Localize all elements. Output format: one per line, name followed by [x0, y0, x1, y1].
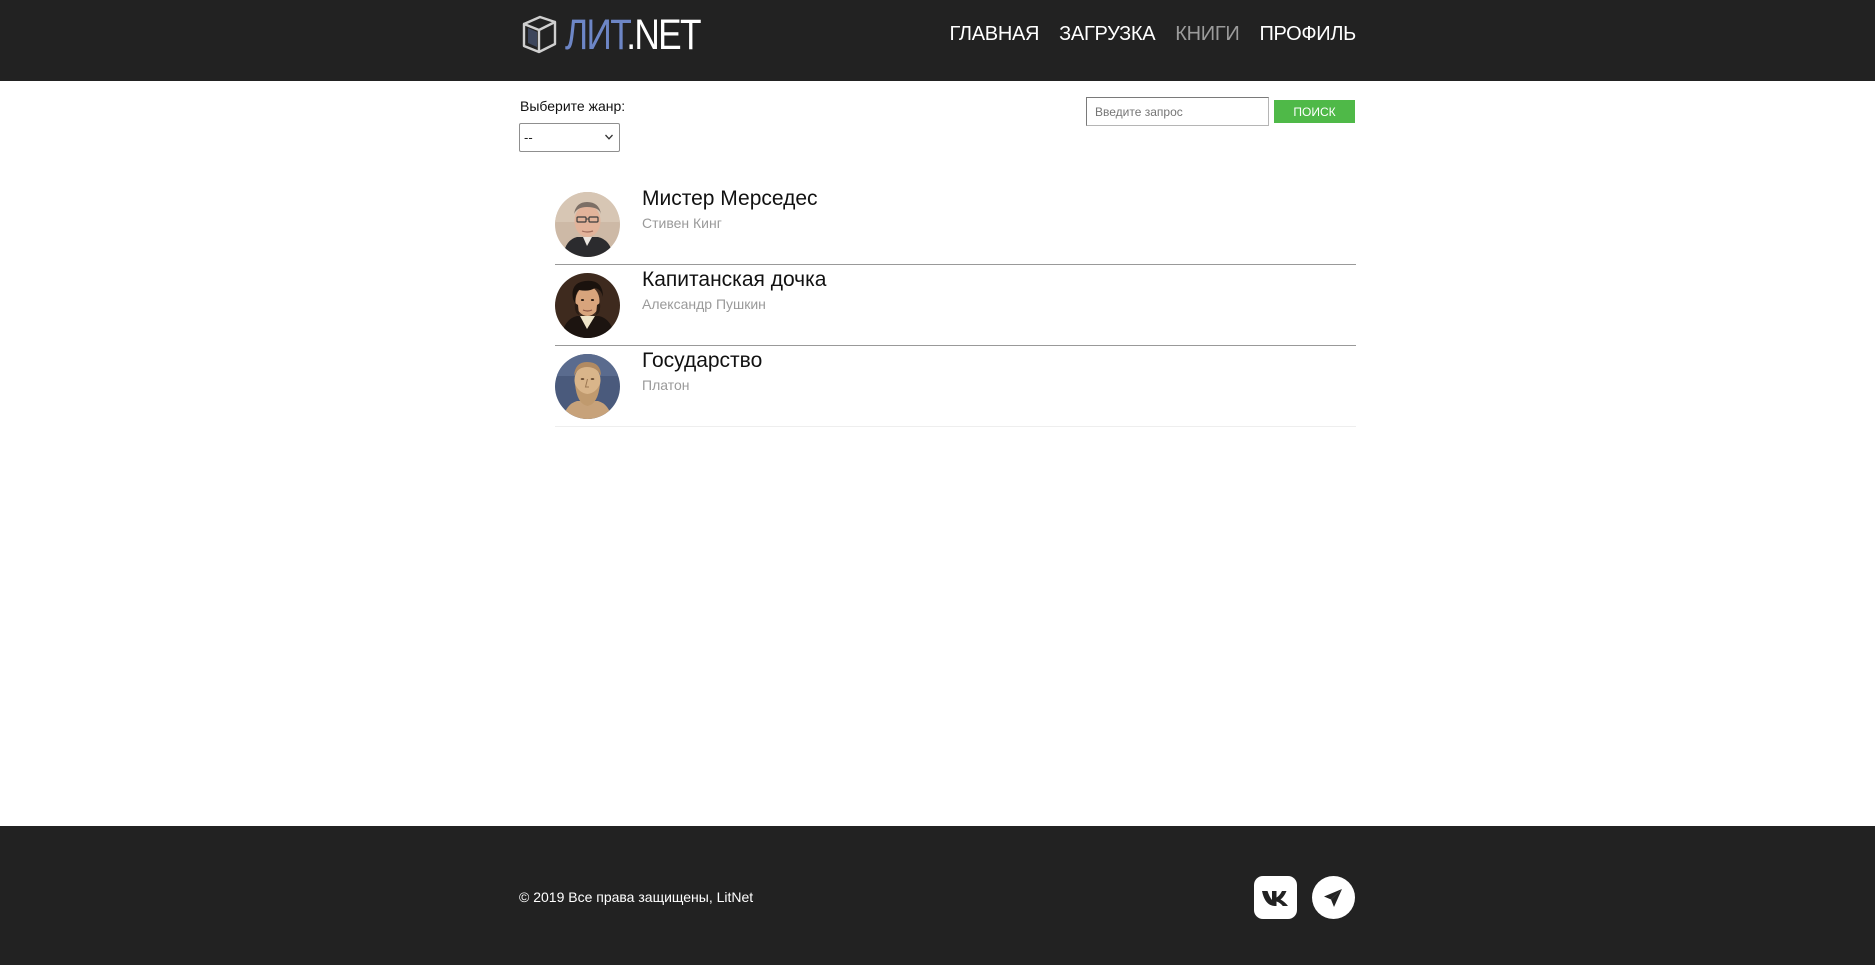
author-avatar — [555, 273, 620, 338]
telegram-icon — [1312, 876, 1355, 919]
author-avatar — [555, 354, 620, 419]
chevron-down-icon — [605, 134, 613, 140]
footer-container: © 2019 Все права защищены, LitNet — [519, 826, 1356, 965]
logo-text: ЛИТ.NET — [565, 11, 702, 59]
book-list: Мистер Мерседес Стивен Кинг Капитанская … — [555, 184, 1356, 427]
book-list-item[interactable]: Государство Платон — [555, 346, 1356, 427]
open-book-icon — [522, 15, 557, 54]
nav-link-upload[interactable]: ЗАГРУЗКА — [1059, 23, 1155, 46]
logo-text-domain: .NET — [626, 11, 701, 59]
book-title: Капитанская дочка — [642, 268, 827, 291]
search-input[interactable] — [1086, 97, 1269, 126]
book-author: Стивен Кинг — [642, 215, 722, 231]
book-author: Платон — [642, 377, 690, 393]
logo-text-accent: ЛИТ — [565, 11, 628, 59]
site-footer: © 2019 Все права защищены, LitNet — [0, 826, 1875, 965]
book-author: Александр Пушкин — [642, 296, 766, 312]
book-title: Государство — [642, 349, 763, 372]
search-button[interactable]: ПОИСК — [1274, 100, 1355, 123]
vk-link[interactable] — [1254, 876, 1297, 919]
header-container: ЛИТ.NET ГЛАВНАЯ ЗАГРУЗКА КНИГИ ПРОФИЛЬ — [519, 0, 1356, 81]
genre-label: Выберите жанр: — [520, 98, 626, 114]
author-avatar — [555, 192, 620, 257]
nav-link-home[interactable]: ГЛАВНАЯ — [950, 23, 1040, 46]
stephen-king-portrait — [555, 192, 620, 257]
site-logo[interactable]: ЛИТ.NET — [521, 11, 730, 59]
main-nav: ГЛАВНАЯ ЗАГРУЗКА КНИГИ ПРОФИЛЬ — [950, 0, 1357, 68]
book-list-item[interactable]: Капитанская дочка Александр Пушкин — [555, 265, 1356, 346]
vk-icon — [1254, 876, 1297, 919]
site-header: ЛИТ.NET ГЛАВНАЯ ЗАГРУЗКА КНИГИ ПРОФИЛЬ — [0, 0, 1875, 81]
telegram-link[interactable] — [1312, 876, 1355, 919]
copyright-text: © 2019 Все права защищены, LitNet — [519, 889, 754, 905]
nav-link-books[interactable]: КНИГИ — [1175, 23, 1239, 46]
book-list-item[interactable]: Мистер Мерседес Стивен Кинг — [555, 184, 1356, 265]
book-title: Мистер Мерседес — [642, 187, 818, 210]
genre-select-value: -- — [524, 130, 533, 145]
pushkin-portrait — [555, 273, 620, 338]
nav-link-profile[interactable]: ПРОФИЛЬ — [1259, 23, 1356, 46]
genre-select[interactable]: -- — [519, 123, 620, 152]
plato-portrait — [555, 354, 620, 419]
